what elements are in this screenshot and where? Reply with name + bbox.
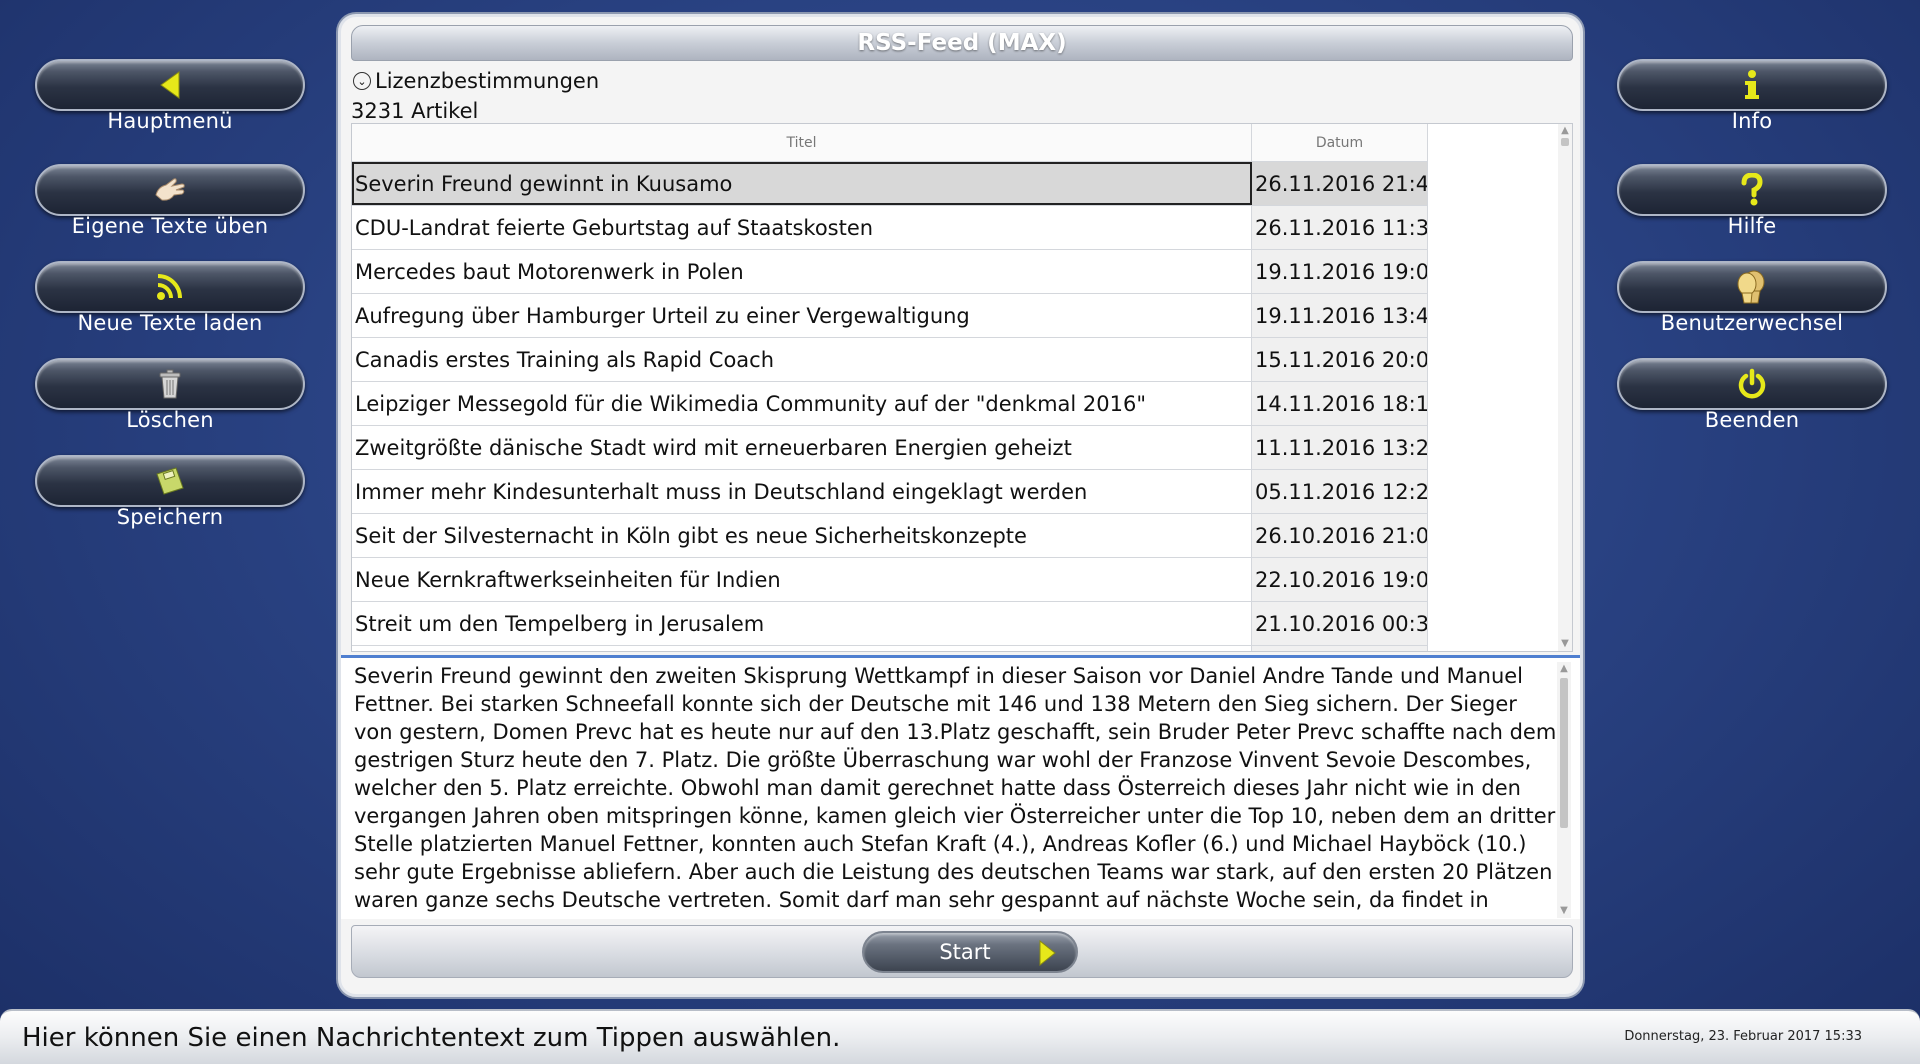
table-body: Severin Freund gewinnt in Kuusamo 26.11.2…: [352, 162, 1428, 651]
row-title: Aufregung über Hamburger Urteil zu einer…: [352, 294, 1252, 337]
column-header-date[interactable]: Datum: [1252, 124, 1428, 161]
row-title: Seit der Silvesternacht in Köln gibt es …: [352, 514, 1252, 557]
table-scrollbar[interactable]: ▲ ▼: [1558, 124, 1572, 651]
row-date: 19.11.2016 13:4: [1252, 294, 1428, 337]
row-title: Immer mehr Kindesunterhalt muss in Deuts…: [352, 470, 1252, 513]
license-link[interactable]: ⌄ Lizenzbestimmungen: [353, 69, 599, 93]
hand-icon: [152, 175, 188, 205]
row-title: Streit um den Tempelberg in Jerusalem: [352, 602, 1252, 645]
row-title: Leipziger Messegold für die Wikimedia Co…: [352, 382, 1252, 425]
help-button[interactable]: Hilfe: [1617, 164, 1887, 269]
rss-icon: [154, 272, 186, 302]
row-title: Neue Kernkraftwerkseinheiten für Indien: [352, 558, 1252, 601]
help-label: Hilfe: [1727, 214, 1777, 238]
table-row[interactable]: Seit der Silvesternacht in Köln gibt es …: [352, 514, 1428, 558]
scroll-up-icon[interactable]: ▲: [1558, 124, 1572, 138]
row-date: 19.11.2016 19:0: [1252, 250, 1428, 293]
row-date: 11.11.2016 13:2: [1252, 426, 1428, 469]
main-menu-button[interactable]: Hauptmenü: [35, 59, 305, 164]
power-icon: [1736, 368, 1768, 400]
table-row[interactable]: Mercedes baut Motorenwerk in Polen 19.11.…: [352, 250, 1428, 294]
table-row[interactable]: CDU-Landrat feierte Geburtstag auf Staat…: [352, 206, 1428, 250]
main-menu-label: Hauptmenü: [107, 109, 233, 133]
table-row[interactable]: [352, 646, 1428, 651]
info-label: Info: [1731, 109, 1773, 133]
status-bar: Hier können Sie einen Nachrichtentext zu…: [0, 1009, 1920, 1064]
row-date: [1252, 646, 1428, 651]
quit-label: Beenden: [1704, 408, 1800, 432]
row-date: 26.10.2016 21:0: [1252, 514, 1428, 557]
load-new-texts-label: Neue Texte laden: [77, 311, 263, 335]
help-icon: [1740, 173, 1764, 207]
info-icon: [1742, 69, 1762, 101]
article-count: 3231 Artikel: [351, 99, 479, 123]
row-title: [352, 646, 1252, 651]
start-bar: Start: [351, 925, 1573, 978]
practice-own-texts-button[interactable]: Eigene Texte üben: [35, 164, 305, 269]
chevron-down-icon: ⌄: [353, 72, 371, 90]
row-title: Canadis erstes Training als Rapid Coach: [352, 338, 1252, 381]
load-new-texts-button[interactable]: Neue Texte laden: [35, 261, 305, 366]
row-date: 26.11.2016 11:3: [1252, 206, 1428, 249]
row-date: 21.10.2016 00:3: [1252, 602, 1428, 645]
status-message: Hier können Sie einen Nachrichtentext zu…: [22, 1023, 841, 1053]
row-date: 15.11.2016 20:0: [1252, 338, 1428, 381]
row-date: 26.11.2016 21:4: [1252, 162, 1428, 205]
table-row[interactable]: Aufregung über Hamburger Urteil zu einer…: [352, 294, 1428, 338]
table-row[interactable]: Severin Freund gewinnt in Kuusamo 26.11.2…: [352, 162, 1428, 206]
floppy-disk-icon: [154, 466, 186, 496]
save-label: Speichern: [116, 505, 224, 529]
switch-user-label: Benutzerwechsel: [1660, 311, 1844, 335]
play-icon: [1038, 939, 1056, 971]
row-title: Mercedes baut Motorenwerk in Polen: [352, 250, 1252, 293]
delete-button[interactable]: Löschen: [35, 358, 305, 463]
quit-button[interactable]: Beenden: [1617, 358, 1887, 463]
row-title: Zweitgrößte dänische Stadt wird mit erne…: [352, 426, 1252, 469]
row-date: 22.10.2016 19:0: [1252, 558, 1428, 601]
rss-feed-panel: RSS-Feed (MAX) ⌄ Lizenzbestimmungen 3231…: [338, 14, 1583, 997]
table-row[interactable]: Canadis erstes Training als Rapid Coach 1…: [352, 338, 1428, 382]
article-text: Severin Freund gewinnt den zweiten Skisp…: [354, 664, 1557, 912]
row-title: CDU-Landrat feierte Geburtstag auf Staat…: [352, 206, 1252, 249]
row-title: Severin Freund gewinnt in Kuusamo: [352, 162, 1252, 205]
info-button[interactable]: Info: [1617, 59, 1887, 164]
table-row[interactable]: Zweitgrößte dänische Stadt wird mit erne…: [352, 426, 1428, 470]
start-button[interactable]: Start: [862, 931, 1078, 973]
table-header: Titel Datum: [352, 124, 1428, 162]
save-button[interactable]: Speichern: [35, 455, 305, 560]
article-scroll-up-icon[interactable]: ▲: [1557, 662, 1571, 676]
article-scroll-down-icon[interactable]: ▼: [1557, 904, 1571, 918]
row-date: 14.11.2016 18:1: [1252, 382, 1428, 425]
user-switch-icon: [1734, 269, 1770, 305]
article-preview: Severin Freund gewinnt den zweiten Skisp…: [341, 655, 1580, 919]
row-date: 05.11.2016 12:2: [1252, 470, 1428, 513]
article-scroll-thumb[interactable]: [1560, 678, 1568, 828]
practice-own-texts-label: Eigene Texte üben: [71, 214, 269, 238]
table-row[interactable]: Immer mehr Kindesunterhalt muss in Deuts…: [352, 470, 1428, 514]
article-table: Titel Datum Severin Freund gewinnt in Ku…: [351, 123, 1573, 652]
delete-label: Löschen: [126, 408, 214, 432]
column-header-title[interactable]: Titel: [352, 124, 1252, 161]
start-label: Start: [939, 940, 991, 964]
trash-icon: [157, 368, 183, 400]
table-row[interactable]: Leipziger Messegold für die Wikimedia Co…: [352, 382, 1428, 426]
switch-user-button[interactable]: Benutzerwechsel: [1617, 261, 1887, 366]
table-row[interactable]: Streit um den Tempelberg in Jerusalem 21.…: [352, 602, 1428, 646]
scroll-thumb[interactable]: [1561, 138, 1569, 146]
back-arrow-icon: [157, 70, 183, 100]
article-scrollbar[interactable]: ▲ ▼: [1557, 662, 1571, 918]
scroll-down-icon[interactable]: ▼: [1558, 637, 1572, 651]
license-label: Lizenzbestimmungen: [375, 69, 600, 93]
table-row[interactable]: Neue Kernkraftwerkseinheiten für Indien 2…: [352, 558, 1428, 602]
panel-title: RSS-Feed (MAX): [351, 25, 1573, 61]
status-datetime: Donnerstag, 23. Februar 2017 15:33: [1624, 1029, 1862, 1044]
